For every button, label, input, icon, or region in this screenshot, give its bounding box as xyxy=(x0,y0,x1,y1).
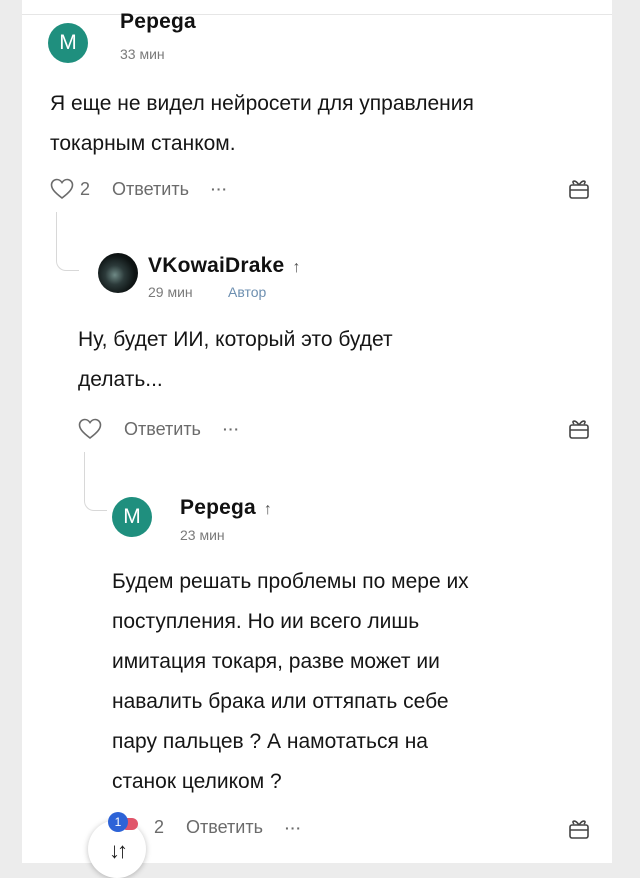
comment-actions: 2 Ответить ··· xyxy=(148,817,302,838)
comment-text: Ну, будет ИИ, который это будет делать..… xyxy=(78,320,393,400)
comment-actions: Ответить ··· xyxy=(78,418,240,440)
comment-text: Я еще не видел нейросети для управления … xyxy=(50,84,474,164)
divider xyxy=(22,14,612,15)
sort-arrows-icon: ↓↑ xyxy=(109,838,128,863)
comment-text-line: пару пальцев ? А намотаться на xyxy=(112,730,428,753)
reply-to-arrow-icon: ↑ xyxy=(263,501,273,518)
like-count: 2 xyxy=(154,817,165,837)
reply-button[interactable]: Ответить xyxy=(112,179,189,200)
comment-text-line: станок целиком ? xyxy=(112,770,282,793)
gift-icon[interactable] xyxy=(568,416,590,440)
comment-text: Будем решать проблемы по мере их поступл… xyxy=(112,562,469,802)
avatar[interactable]: M xyxy=(112,497,152,537)
more-button[interactable]: ··· xyxy=(211,181,228,197)
reply-button[interactable]: Ответить xyxy=(124,419,201,440)
heart-icon[interactable] xyxy=(78,418,102,440)
comment-time: 29 мин xyxy=(148,284,193,300)
thread-line xyxy=(56,212,79,271)
notification-badge: 1 xyxy=(108,812,128,832)
comment-text-line: Я еще не видел нейросети для управления xyxy=(50,92,474,115)
comment-author[interactable]: VKowaiDrake ↑ xyxy=(148,254,301,278)
comment-time: 33 мин xyxy=(120,46,165,62)
comment-author[interactable]: Pepega xyxy=(120,10,196,34)
gift-icon[interactable] xyxy=(568,816,590,840)
more-button[interactable]: ··· xyxy=(285,820,302,836)
comment-text-line: навалить брака или оттяпать себе xyxy=(112,690,449,713)
comment-actions: 2 Ответить ··· xyxy=(50,178,228,200)
reply-to-arrow-icon: ↑ xyxy=(292,259,301,276)
comment-thread: M Pepega 33 мин Я еще не видел нейросети… xyxy=(22,0,612,863)
comment-text-line: поступления. Но ии всего лишь xyxy=(112,610,420,633)
avatar[interactable] xyxy=(98,253,138,293)
comment-text-line: имитация токаря, разве может ии xyxy=(112,650,440,673)
heart-icon[interactable] xyxy=(50,178,74,200)
comment-text-line: Ну, будет ИИ, который это будет xyxy=(78,328,393,351)
more-button[interactable]: ··· xyxy=(223,421,240,437)
comment-text-line: Будем решать проблемы по мере их xyxy=(112,570,469,593)
comment-text-line: токарным станком. xyxy=(50,132,236,155)
avatar[interactable]: M xyxy=(48,23,88,63)
reply-button[interactable]: Ответить xyxy=(186,817,263,838)
thread-line xyxy=(84,452,107,511)
author-badge: Автор xyxy=(228,284,267,300)
comment-text-line: делать... xyxy=(78,368,163,391)
gift-icon[interactable] xyxy=(568,176,590,200)
like-count: 2 xyxy=(80,178,91,199)
comment-author[interactable]: Pepega ↑ xyxy=(180,496,272,520)
comment-time: 23 мин xyxy=(180,527,225,543)
